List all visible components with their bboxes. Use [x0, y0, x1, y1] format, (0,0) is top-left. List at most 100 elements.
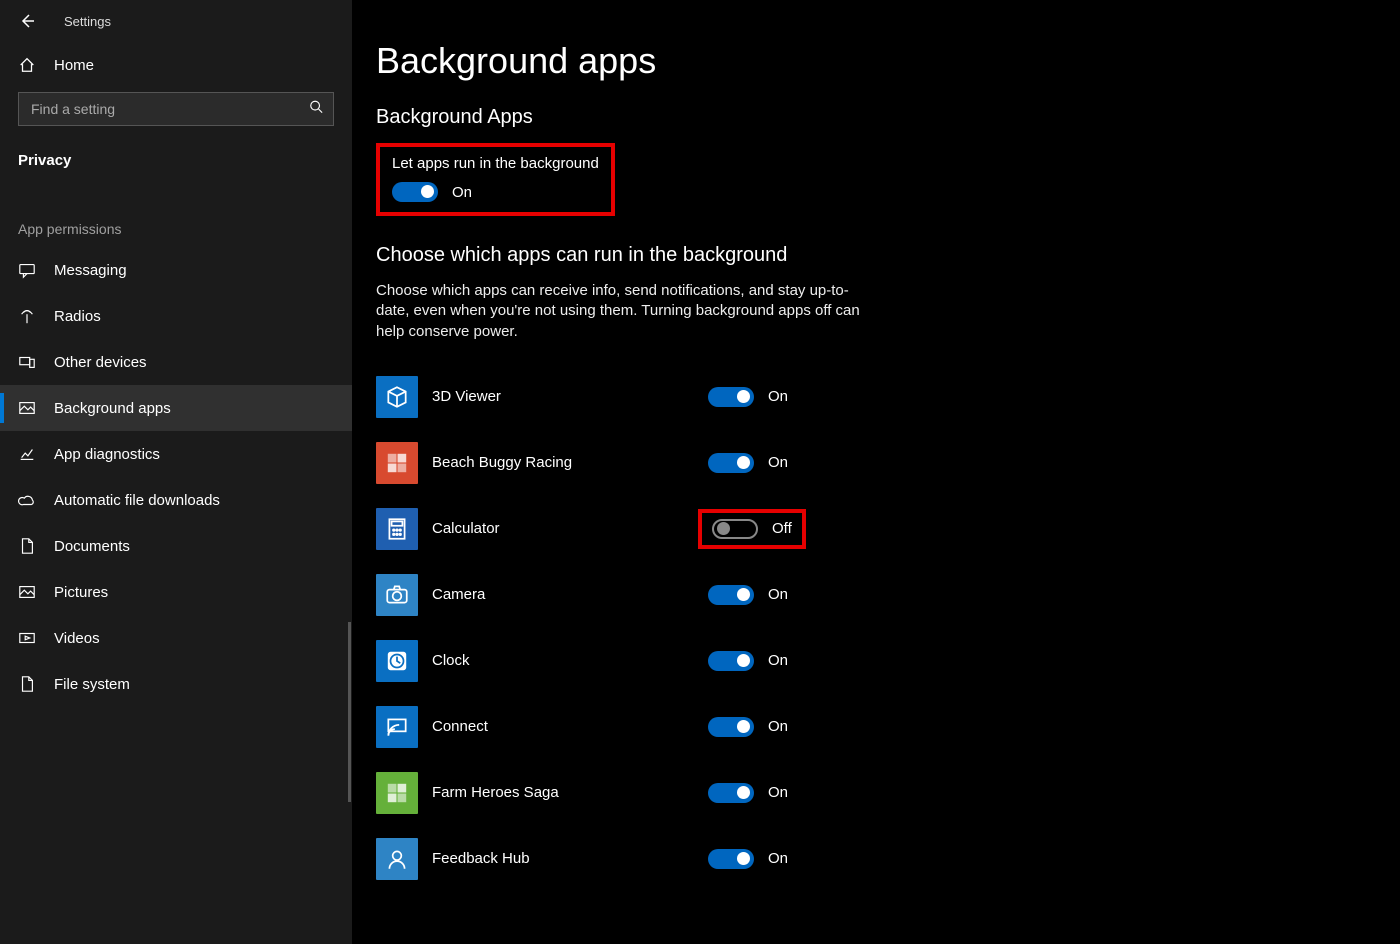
app-row: Farm Heroes Saga On: [376, 760, 1366, 826]
master-toggle-label: Let apps run in the background: [392, 155, 599, 172]
sidebar: Settings Home Privacy App permissions Me…: [0, 0, 352, 944]
home-icon: [18, 56, 36, 74]
back-button[interactable]: [18, 12, 36, 30]
sidebar-item-label: Background apps: [54, 400, 171, 417]
sidebar-item-diagnostics[interactable]: App diagnostics: [0, 431, 352, 477]
app-switch: On: [708, 585, 788, 605]
app-switch: On: [708, 849, 788, 869]
app-toggle-state: On: [768, 718, 788, 735]
app-name: 3D Viewer: [432, 388, 698, 405]
sidebar-item-other-devices[interactable]: Other devices: [0, 339, 352, 385]
app-switch-wrap: On: [698, 777, 798, 809]
sidebar-item-label: Documents: [54, 538, 130, 555]
app-icon: [376, 442, 418, 484]
app-icon: [376, 508, 418, 550]
header: Settings: [0, 0, 352, 42]
app-row: Beach Buggy Racing On: [376, 430, 1366, 496]
sidebar-item-radios[interactable]: Radios: [0, 293, 352, 339]
app-name: Farm Heroes Saga: [432, 784, 698, 801]
home-label: Home: [54, 57, 94, 74]
master-toggle[interactable]: [392, 182, 438, 202]
back-icon: [19, 13, 35, 29]
master-toggle-group: Let apps run in the background On: [376, 143, 615, 216]
search-input[interactable]: [31, 101, 299, 117]
antenna-icon: [18, 307, 36, 325]
nav-list: Messaging Radios Other devices Background a…: [0, 241, 352, 707]
app-switch-wrap: On: [698, 645, 798, 677]
sidebar-item-label: Other devices: [54, 354, 147, 371]
app-switch: On: [708, 453, 788, 473]
window-title: Settings: [64, 14, 111, 29]
sidebar-item-pictures[interactable]: Pictures: [0, 569, 352, 615]
sidebar-item-label: Automatic file downloads: [54, 492, 220, 509]
description: Choose which apps can receive info, send…: [376, 281, 866, 342]
app-icon: [376, 706, 418, 748]
sidebar-item-label: Messaging: [54, 262, 127, 279]
app-toggle[interactable]: [708, 651, 754, 671]
app-row: CalculatorOff: [376, 496, 1366, 562]
sidebar-item-documents[interactable]: Documents: [0, 523, 352, 569]
app-toggle-state: On: [768, 850, 788, 867]
cloud-icon: [18, 491, 36, 509]
sidebar-item-file-system[interactable]: File system: [0, 661, 352, 707]
sidebar-item-label: App diagnostics: [54, 446, 160, 463]
app-name: Connect: [432, 718, 698, 735]
app-icon: [376, 640, 418, 682]
app-row: 3D Viewer On: [376, 364, 1366, 430]
picture-icon: [18, 399, 36, 417]
doc-icon: [18, 675, 36, 693]
app-name: Clock: [432, 652, 698, 669]
app-toggle-state: Off: [772, 520, 792, 537]
app-switch: Off: [712, 519, 792, 539]
app-toggle-state: On: [768, 388, 788, 405]
app-toggle[interactable]: [708, 453, 754, 473]
video-icon: [18, 629, 36, 647]
home-link[interactable]: Home: [0, 42, 352, 88]
sidebar-scrollbar[interactable]: [348, 622, 351, 802]
chat-icon: [18, 261, 36, 279]
search-box[interactable]: [18, 92, 334, 126]
app-icon: [376, 772, 418, 814]
sidebar-item-label: File system: [54, 676, 130, 693]
section-title: Privacy: [0, 136, 352, 175]
app-toggle[interactable]: [708, 387, 754, 407]
app-switch-wrap: On: [698, 843, 798, 875]
app-icon: [376, 574, 418, 616]
app-toggle-state: On: [768, 652, 788, 669]
sidebar-item-videos[interactable]: Videos: [0, 615, 352, 661]
sidebar-item-bg-apps[interactable]: Background apps: [0, 385, 352, 431]
sidebar-item-label: Videos: [54, 630, 100, 647]
app-switch-wrap: On: [698, 447, 798, 479]
app-row: Clock On: [376, 628, 1366, 694]
devices-icon: [18, 353, 36, 371]
group-title: App permissions: [0, 175, 352, 241]
app-toggle[interactable]: [708, 783, 754, 803]
app-switch-wrap: Off: [698, 509, 806, 549]
app-switch-wrap: On: [698, 381, 798, 413]
app-toggle[interactable]: [712, 519, 758, 539]
sidebar-item-messaging[interactable]: Messaging: [0, 247, 352, 293]
search-container: [0, 88, 352, 136]
picture-icon: [18, 583, 36, 601]
app-toggle[interactable]: [708, 585, 754, 605]
sidebar-item-auto-dl[interactable]: Automatic file downloads: [0, 477, 352, 523]
app-switch: On: [708, 717, 788, 737]
app-icon: [376, 838, 418, 880]
app-icon: [376, 376, 418, 418]
page-title: Background apps: [376, 40, 1366, 82]
app-name: Feedback Hub: [432, 850, 698, 867]
doc-icon: [18, 537, 36, 555]
app-toggle[interactable]: [708, 717, 754, 737]
app-switch: On: [708, 783, 788, 803]
sidebar-item-label: Pictures: [54, 584, 108, 601]
choose-heading: Choose which apps can run in the backgro…: [376, 244, 1366, 267]
app-toggle-state: On: [768, 784, 788, 801]
master-toggle-state: On: [452, 184, 472, 201]
app-switch-wrap: On: [698, 579, 798, 611]
app-toggle[interactable]: [708, 849, 754, 869]
app-name: Beach Buggy Racing: [432, 454, 698, 471]
chart-icon: [18, 445, 36, 463]
app-switch: On: [708, 651, 788, 671]
sidebar-item-label: Radios: [54, 308, 101, 325]
app-toggle-state: On: [768, 586, 788, 603]
